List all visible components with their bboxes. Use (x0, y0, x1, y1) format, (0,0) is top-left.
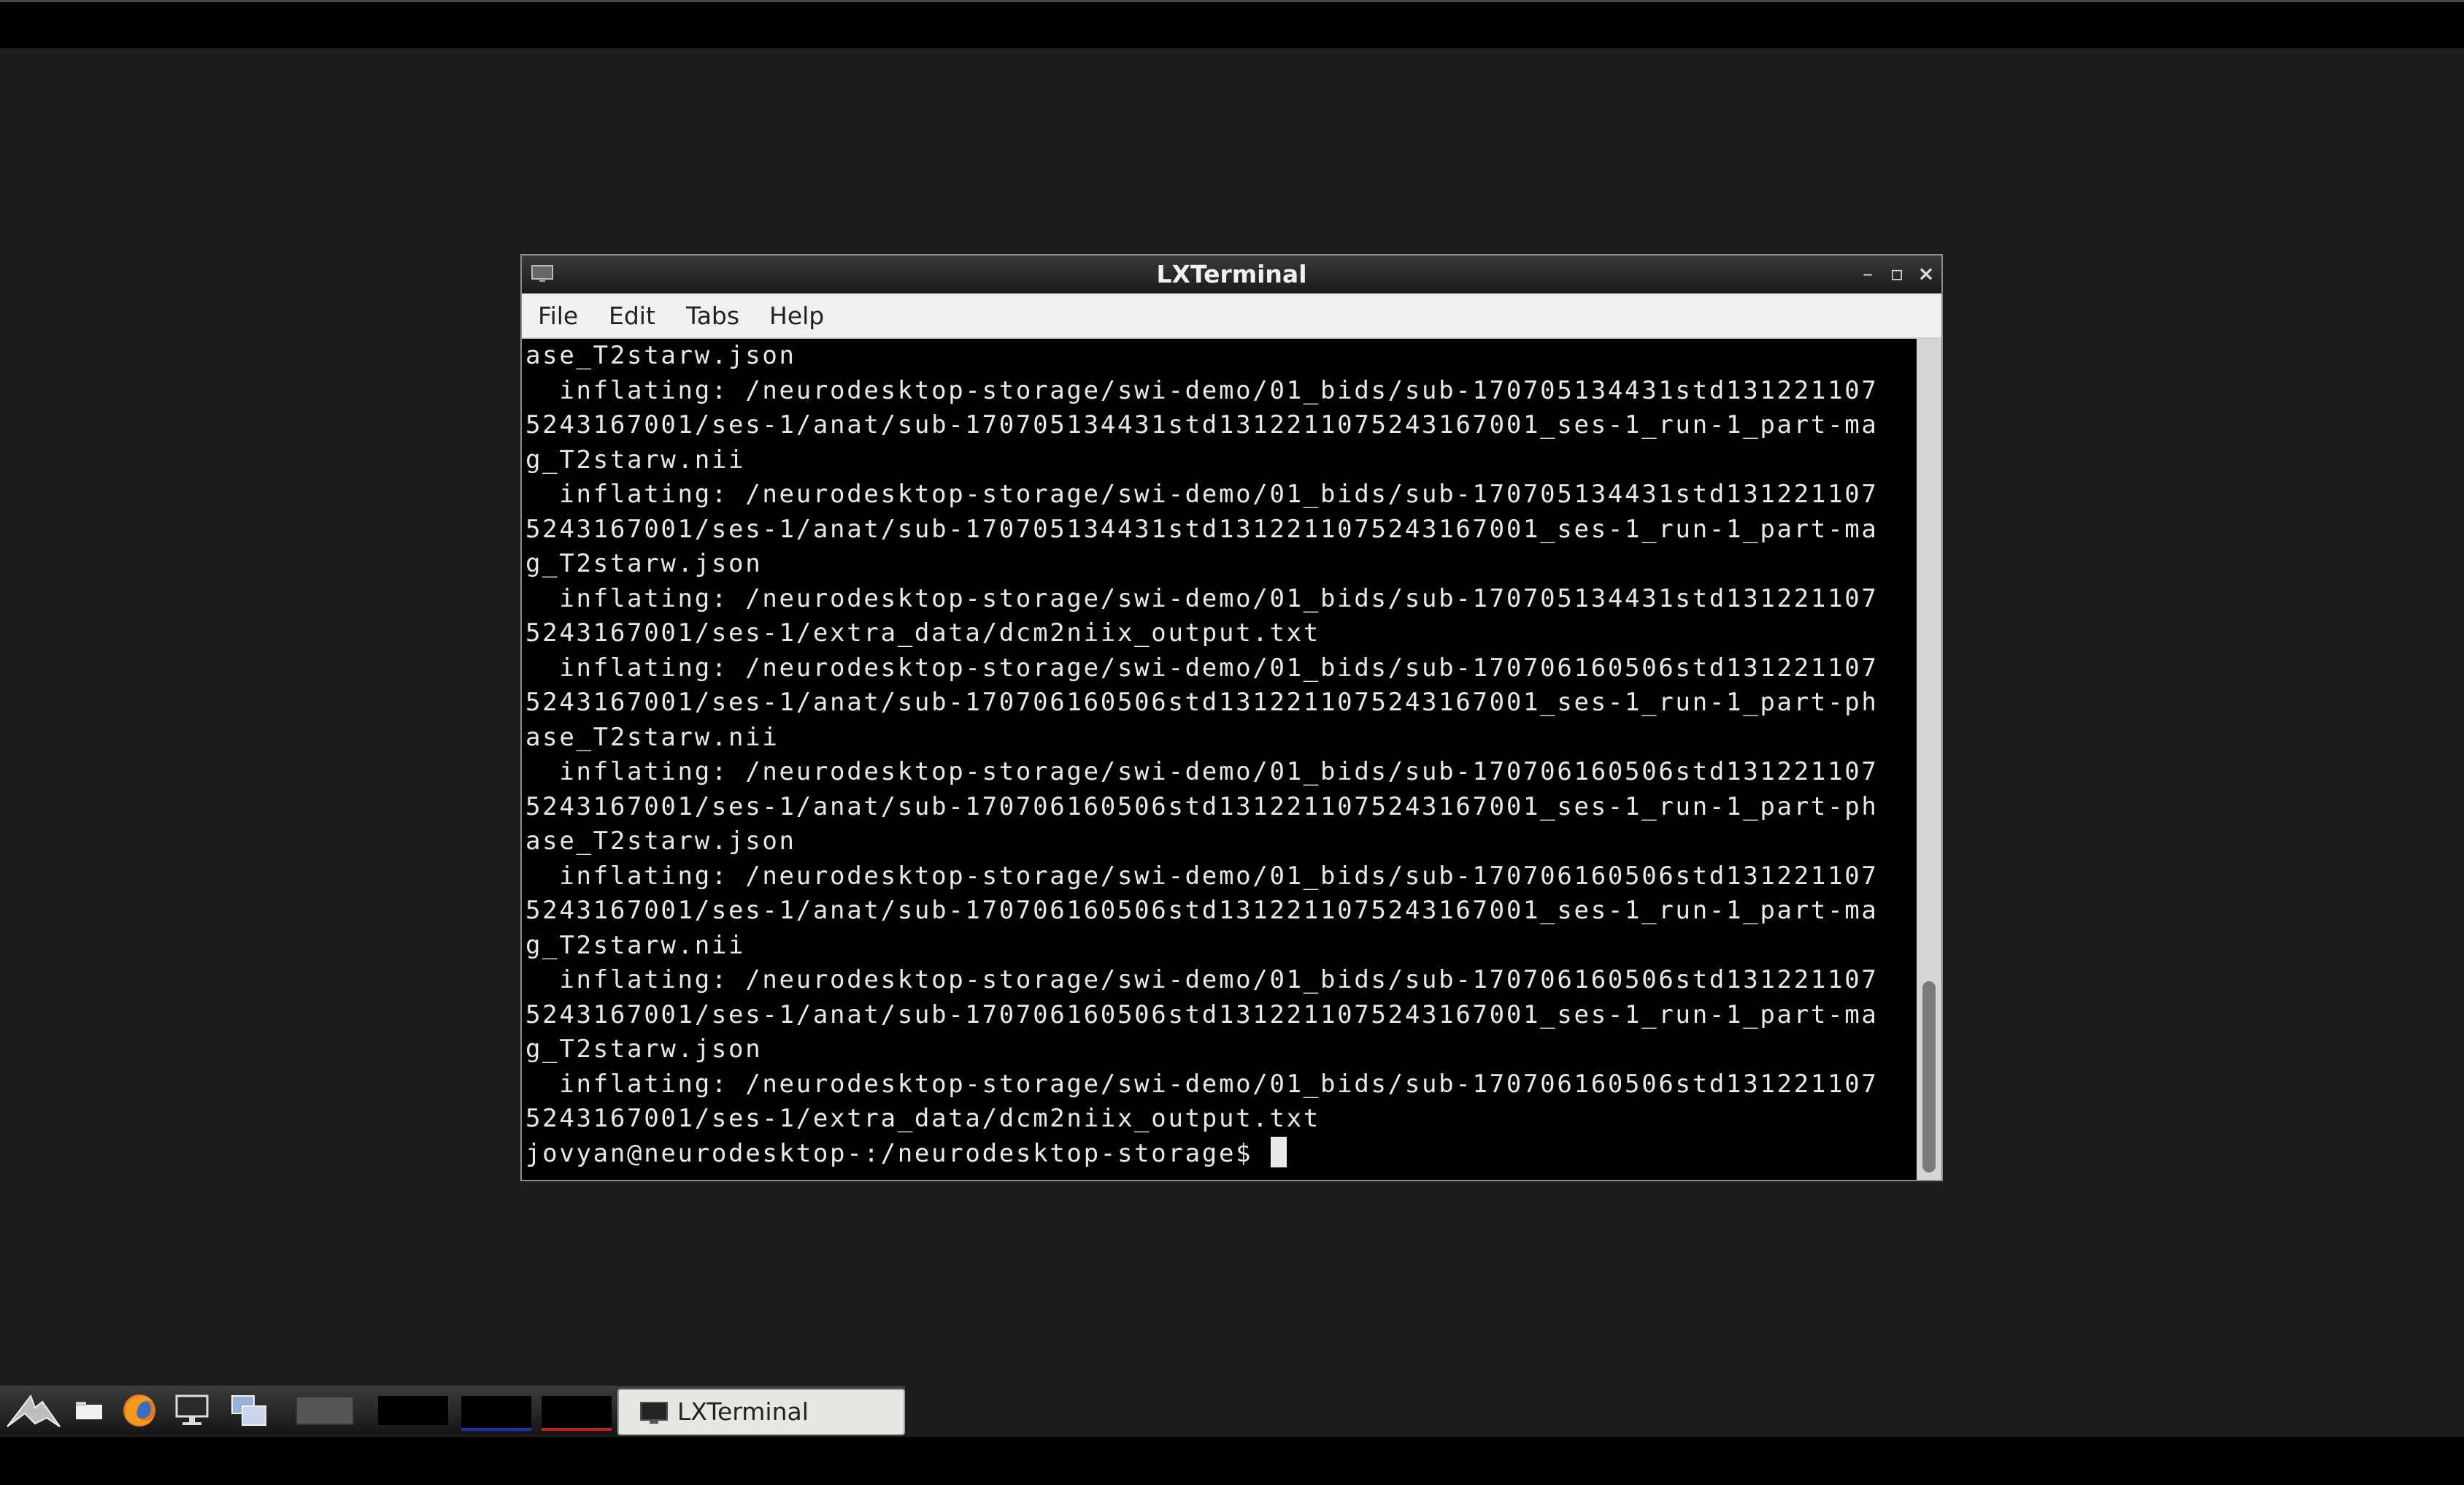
terminal-line: 5243167001/ses-1/extra_data/dcm2niix_out… (525, 1104, 1320, 1133)
windows-icon[interactable] (226, 1386, 272, 1435)
terminal-line: ase_T2starw.nii (525, 723, 779, 752)
terminal-line: inflating: /neurodesktop-storage/swi-dem… (525, 862, 1879, 891)
window-titlebar[interactable]: LXTerminal – ▫ × (522, 256, 1941, 293)
workspace-3[interactable] (461, 1396, 531, 1431)
bottom-screen-bar (0, 1437, 2464, 1485)
top-screen-bar (0, 0, 2464, 48)
menu-bar: File Edit Tabs Help (522, 293, 1941, 339)
terminal-line: g_T2starw.json (525, 549, 763, 578)
folder-icon[interactable] (70, 1386, 108, 1435)
terminal-line: g_T2starw.json (525, 1035, 763, 1064)
menu-icon[interactable] (3, 1386, 64, 1435)
terminal-line: ase_T2starw.json (525, 341, 796, 370)
maximize-button[interactable]: ▫ (1886, 263, 1908, 285)
shell-prompt: jovyan@neurodesktop-:/neurodesktop-stora… (525, 1139, 1270, 1168)
workspace-1[interactable] (296, 1396, 354, 1425)
workspace-4[interactable] (542, 1396, 612, 1431)
terminal-line: inflating: /neurodesktop-storage/swi-dem… (525, 1070, 1879, 1099)
window-title: LXTerminal (1156, 260, 1307, 288)
terminal-line: inflating: /neurodesktop-storage/swi-dem… (525, 757, 1879, 786)
terminal-line: 5243167001/ses-1/anat/sub-170706160506st… (525, 688, 1879, 717)
firefox-icon[interactable] (117, 1386, 162, 1435)
menu-edit[interactable]: Edit (609, 293, 655, 339)
text-cursor (1271, 1137, 1287, 1167)
terminal-line: inflating: /neurodesktop-storage/swi-dem… (525, 584, 1879, 613)
terminal-line: inflating: /neurodesktop-storage/swi-dem… (525, 376, 1879, 405)
terminal-icon (640, 1402, 668, 1424)
menu-help[interactable]: Help (769, 293, 824, 339)
terminal-line: 5243167001/ses-1/anat/sub-170706160506st… (525, 792, 1879, 821)
terminal-line: 5243167001/ses-1/anat/sub-170705134431st… (525, 515, 1879, 544)
terminal-output[interactable]: ase_T2starw.json inflating: /neurodeskto… (522, 339, 1917, 1180)
terminal-line: 5243167001/ses-1/anat/sub-170705134431st… (525, 410, 1879, 440)
terminal-line: 5243167001/ses-1/anat/sub-170706160506st… (525, 896, 1879, 925)
terminal-line: inflating: /neurodesktop-storage/swi-dem… (525, 653, 1879, 683)
terminal-line: 5243167001/ses-1/anat/sub-170706160506st… (525, 1000, 1879, 1029)
workspace-2[interactable] (378, 1396, 448, 1425)
minimize-button[interactable]: – (1857, 263, 1879, 285)
terminal-line: 5243167001/ses-1/extra_data/dcm2niix_out… (525, 618, 1320, 648)
menu-file[interactable]: File (538, 293, 578, 339)
menu-tabs[interactable]: Tabs (686, 293, 739, 339)
terminal-line: ase_T2starw.json (525, 826, 796, 856)
task-label: LXTerminal (677, 1397, 809, 1426)
terminal-line: g_T2starw.nii (525, 445, 746, 475)
terminal-prompt-line[interactable]: jovyan@neurodesktop-:/neurodesktop-stora… (525, 1137, 1287, 1171)
terminal-line: inflating: /neurodesktop-storage/swi-dem… (525, 965, 1879, 994)
taskbar-task-lxterminal[interactable]: LXTerminal (617, 1389, 905, 1435)
close-button[interactable]: × (1915, 263, 1937, 285)
scrollbar-thumb[interactable] (1922, 981, 1936, 1173)
terminal-line: g_T2starw.nii (525, 931, 746, 960)
vertical-scrollbar[interactable] (1917, 339, 1941, 1180)
terminal-window[interactable]: LXTerminal – ▫ × File Edit Tabs Help ase… (520, 254, 1943, 1181)
terminal-line: inflating: /neurodesktop-storage/swi-dem… (525, 480, 1879, 509)
desktop-icon[interactable] (169, 1386, 215, 1435)
